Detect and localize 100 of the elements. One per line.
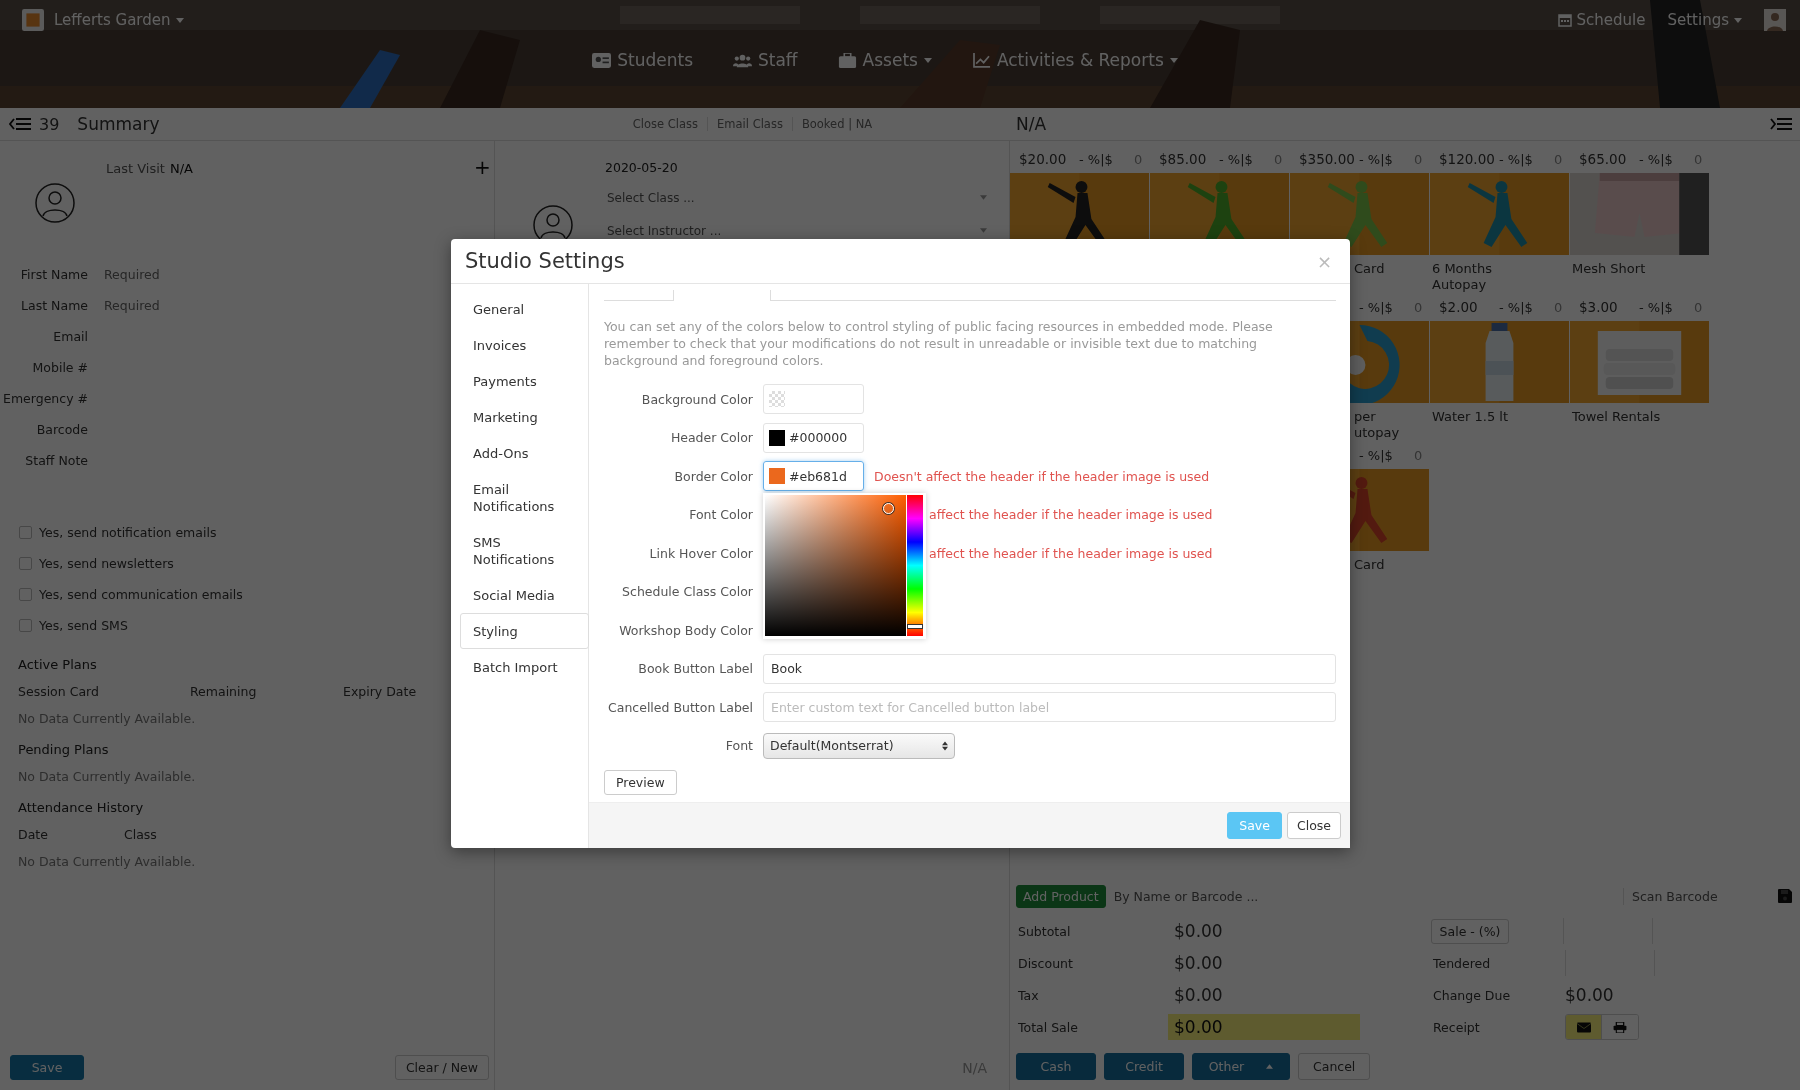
checkbox-label: Yes, send SMS [39,618,128,633]
caret-icon [1169,57,1178,63]
receipt-label: Receipt [1432,1019,1481,1035]
field-label: Book Button Label [637,661,753,676]
settings-nav-item[interactable]: Add-Ons [451,435,588,471]
settings-nav-item[interactable]: Social Media [451,577,588,613]
avatar-icon[interactable] [1764,9,1786,31]
select-field[interactable]: Select Instructor ... [605,214,987,247]
save-icon[interactable] [1778,889,1792,903]
field-label: Last Name [20,298,88,313]
total-amount: $0.00 [1168,1014,1360,1040]
nav-link[interactable]: Assets [837,50,932,70]
discount-toggle[interactable]: - %|$ [1219,151,1274,167]
settings-nav-item[interactable]: Marketing [451,399,588,435]
cancel-button[interactable]: Cancel [1298,1053,1371,1080]
expand-menu-icon[interactable] [1770,116,1792,132]
field-label: Mobile # [31,360,88,375]
hue-handle[interactable] [907,624,923,630]
dialog-title: Studio Settings [465,249,625,273]
collapse-menu-icon[interactable] [9,116,31,132]
discount-toggle[interactable]: - %|$ [1639,299,1694,315]
color-swatch [769,391,785,407]
product-price: $120.00 [1438,151,1496,167]
text-field[interactable]: Required [104,267,304,282]
payment-button[interactable]: Cash [1016,1053,1096,1080]
caret-icon [923,57,932,63]
save-button[interactable]: Save [10,1055,84,1080]
discount-toggle[interactable]: - %|$ [1079,151,1134,167]
avatar-icon [35,183,75,223]
field-note: affect the header if the header image is used [929,507,1213,522]
product-search-field[interactable]: By Name or Barcode ... [1111,887,1617,905]
caret-icon [980,195,987,200]
class-link[interactable]: Booked | NA [791,117,882,131]
student-count: 39 [39,114,60,134]
saturation-area[interactable] [765,495,906,636]
discount-toggle[interactable]: - %|$ [1359,299,1414,315]
settings-nav-item[interactable]: General [451,291,588,327]
header-link[interactable]: Settings [1667,11,1742,29]
caret-icon [1734,17,1742,23]
payment-button[interactable]: Other [1192,1053,1290,1080]
checkbox[interactable] [19,619,32,632]
logo-icon[interactable] [22,9,44,31]
total-label: Tax [1017,987,1040,1003]
close-button[interactable]: Close [1286,812,1341,839]
barcode-field[interactable]: Scan Barcode [1623,887,1764,905]
last-visit-label: Last Visit [106,161,165,176]
add-button[interactable]: + [474,155,491,179]
sale-button[interactable]: Sale - (%) [1431,918,1509,944]
color-field[interactable]: #000000 [763,422,864,453]
nav-link[interactable]: Activities & Reports [971,50,1178,70]
add-product-button[interactable]: Add Product [1016,884,1106,908]
color-field[interactable] [763,384,864,414]
payment-button[interactable]: Credit [1104,1053,1184,1080]
discount-toggle[interactable]: - %|$ [1359,151,1414,167]
checkbox[interactable] [19,557,32,570]
class-link[interactable]: Close Class [623,117,708,131]
settings-nav-item[interactable]: Email Notifications [451,471,588,524]
select-field[interactable]: Select Class ... [605,181,987,214]
calendar-icon [1557,13,1572,27]
discount-toggle[interactable]: - %|$ [1359,447,1414,463]
color-field[interactable]: #eb681d [763,461,864,491]
settings-nav-item[interactable]: Batch Import [451,649,588,685]
text-field[interactable]: Enter custom text for Cancelled button label [763,692,1336,722]
checkbox[interactable] [19,588,32,601]
nav-link[interactable]: Staff [733,50,798,70]
tendered-label: Tendered [1432,955,1492,971]
column-header: Expiry Date [343,684,418,699]
hue-slider[interactable] [907,495,923,636]
printer-icon [1613,1021,1627,1033]
settings-nav-item[interactable]: SMS Notifications [451,524,588,577]
last-visit-value: N/A [170,161,193,176]
class-link[interactable]: Email Class [707,117,792,131]
settings-nav-item[interactable]: Invoices [451,327,588,363]
nav-link[interactable]: Students [592,50,693,70]
field-label: Font [724,738,753,753]
discount-toggle[interactable]: - %|$ [1639,151,1694,167]
text-field[interactable]: Required [104,298,304,313]
header-link[interactable]: Schedule [1557,11,1646,29]
field-label: Email [52,329,88,344]
column-header: Date [18,827,49,842]
discount-toggle[interactable]: - %|$ [1499,151,1554,167]
close-button[interactable]: × [1312,250,1336,272]
settings-nav-item[interactable]: Styling [460,613,589,649]
field-label: Emergency # [2,391,88,406]
product-name: Water 1.5 lt [1431,408,1510,426]
checkbox[interactable] [19,526,32,539]
discount-toggle[interactable]: - %|$ [1499,299,1554,315]
text-field[interactable]: Book [763,653,1336,684]
panel-title: Summary [77,114,160,134]
save-button[interactable]: Save [1227,812,1282,839]
font-select[interactable]: Default(Montserrat) [763,732,955,759]
column-header: Class [124,827,158,842]
preview-button[interactable]: Preview [604,769,677,795]
studio-menu[interactable]: Lefferts Garden [54,11,184,29]
field-label: Link Hover Color [648,545,753,561]
clear-button[interactable]: Clear / New [394,1055,489,1080]
settings-nav-item[interactable]: Payments [451,363,588,399]
product-price: $85.00 [1158,151,1208,167]
email-receipt-button[interactable] [1566,1015,1602,1039]
product-price: $2.00 [1438,299,1479,315]
